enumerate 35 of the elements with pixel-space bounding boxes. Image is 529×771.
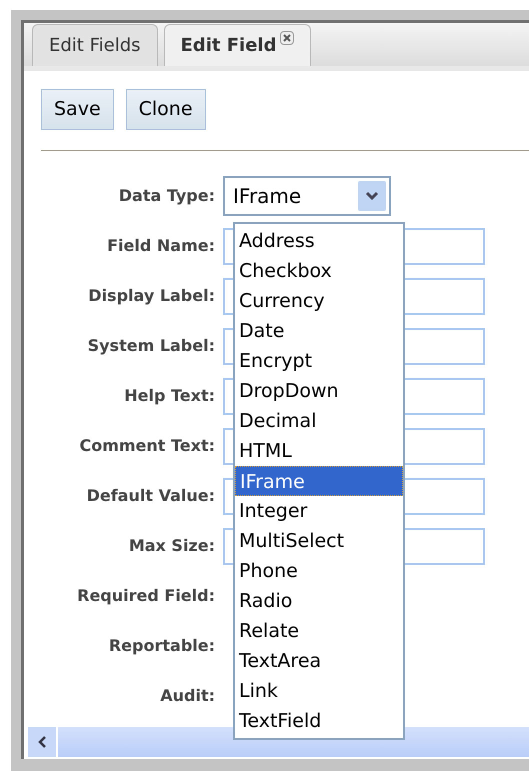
dropdown-option[interactable]: Link [235,676,403,706]
dropdown-option[interactable]: DropDown [235,376,403,406]
toolbar-button[interactable]: Save [41,89,114,130]
tab[interactable]: Edit Fields [32,24,158,66]
field-label: Reportable: [108,635,216,657]
dropdown-option[interactable]: Currency [235,286,403,316]
field-label: System Label: [86,335,216,357]
dropdown-option[interactable]: MultiSelect [235,526,403,556]
dropdown-option[interactable]: HTML [235,436,403,466]
dropdown-option[interactable]: Checkbox [235,256,403,286]
field-label: Max Size: [128,535,216,557]
field-label: Data Type: [118,185,216,207]
field-label: Help Text: [123,385,216,407]
dropdown-option[interactable]: TextArea [235,646,403,676]
dropdown-option[interactable]: TextField [235,706,403,736]
chevron-icon [358,181,386,211]
dropdown-option[interactable]: Phone [235,556,403,586]
data-type-select[interactable]: IFrame [223,176,391,216]
dropdown-option[interactable]: Relate [235,616,403,646]
dropdown-option[interactable]: Integer [235,496,403,526]
dropdown-option[interactable]: IFrame [235,466,403,496]
dropdown-option[interactable]: Address [235,226,403,256]
tab[interactable]: Edit Field [164,24,312,66]
dropdown-option[interactable]: Date [235,316,403,346]
close-icon[interactable] [280,31,294,45]
toolbar-button[interactable]: Clone [126,89,206,130]
field-label: Required Field: [76,585,216,607]
field-label: Field Name: [106,235,216,257]
field-label: Display Label: [87,285,216,307]
field-label: Audit: [159,685,216,707]
field-label: Default Value: [86,485,216,507]
dropdown-option[interactable]: Radio [235,586,403,616]
field-label: Comment Text: [78,435,216,457]
dropdown-option[interactable]: Decimal [235,406,403,436]
dropdown-option[interactable]: Encrypt [235,346,403,376]
